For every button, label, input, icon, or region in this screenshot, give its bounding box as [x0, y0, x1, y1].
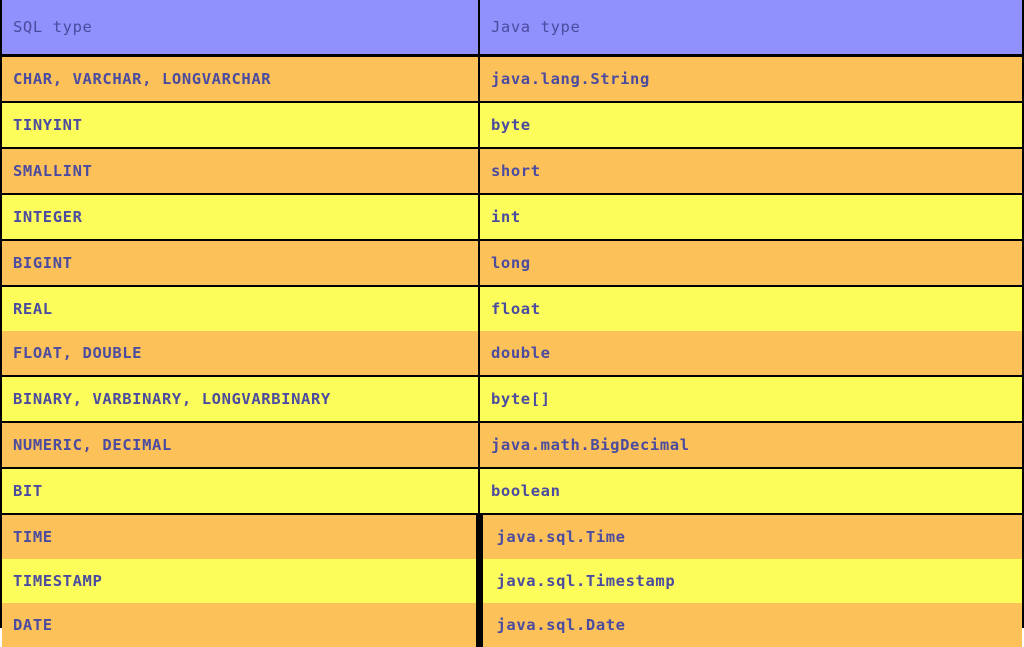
table-row: CHAR, VARCHAR, LONGVARCHAR java.lang.Str…: [2, 56, 1022, 103]
table-row: SMALLINT short: [2, 148, 1022, 194]
cell-sql-type: BIGINT: [2, 240, 479, 286]
cell-java-type: byte: [479, 102, 1022, 148]
sql-java-type-table: SQL type Java type CHAR, VARCHAR, LONGVA…: [2, 0, 1022, 647]
cell-sql-type: TIME: [2, 514, 479, 559]
table-row: NUMERIC, DECIMAL java.math.BigDecimal: [2, 422, 1022, 468]
table-row: TINYINT byte: [2, 102, 1022, 148]
cell-sql-type: DATE: [2, 603, 479, 647]
table-row: BIGINT long: [2, 240, 1022, 286]
cell-sql-type: REAL: [2, 286, 479, 331]
cell-sql-type: BINARY, VARBINARY, LONGVARBINARY: [2, 376, 479, 422]
cell-sql-type: BIT: [2, 468, 479, 514]
cell-java-type: java.sql.Timestamp: [479, 559, 1022, 603]
cell-java-type: java.math.BigDecimal: [479, 422, 1022, 468]
table-row: FLOAT, DOUBLE double: [2, 331, 1022, 376]
cell-sql-type: NUMERIC, DECIMAL: [2, 422, 479, 468]
cell-java-type: java.sql.Time: [479, 514, 1022, 559]
cell-sql-type: TIMESTAMP: [2, 559, 479, 603]
cell-sql-type: TINYINT: [2, 102, 479, 148]
cell-java-type: int: [479, 194, 1022, 240]
table-row: TIMESTAMP java.sql.Timestamp: [2, 559, 1022, 603]
table-row: INTEGER int: [2, 194, 1022, 240]
column-header-sql-type: SQL type: [2, 0, 479, 56]
table-row: BINARY, VARBINARY, LONGVARBINARY byte[]: [2, 376, 1022, 422]
column-header-java-type: Java type: [479, 0, 1022, 56]
cell-sql-type: SMALLINT: [2, 148, 479, 194]
cell-java-type: float: [479, 286, 1022, 331]
cell-sql-type: FLOAT, DOUBLE: [2, 331, 479, 376]
cell-java-type: long: [479, 240, 1022, 286]
cell-sql-type: CHAR, VARCHAR, LONGVARCHAR: [2, 56, 479, 103]
table-row: BIT boolean: [2, 468, 1022, 514]
table-row: DATE java.sql.Date: [2, 603, 1022, 647]
table-row: REAL float: [2, 286, 1022, 331]
cell-sql-type: INTEGER: [2, 194, 479, 240]
cell-java-type: java.sql.Date: [479, 603, 1022, 647]
cell-java-type: boolean: [479, 468, 1022, 514]
cell-java-type: byte[]: [479, 376, 1022, 422]
table-row: TIME java.sql.Time: [2, 514, 1022, 559]
type-mapping-table-container: SQL type Java type CHAR, VARCHAR, LONGVA…: [0, 0, 1024, 628]
cell-java-type: short: [479, 148, 1022, 194]
header-row: SQL type Java type: [2, 0, 1022, 56]
cell-java-type: java.lang.String: [479, 56, 1022, 103]
cell-java-type: double: [479, 331, 1022, 376]
table-body: CHAR, VARCHAR, LONGVARCHAR java.lang.Str…: [2, 56, 1022, 647]
table-header: SQL type Java type: [2, 0, 1022, 56]
